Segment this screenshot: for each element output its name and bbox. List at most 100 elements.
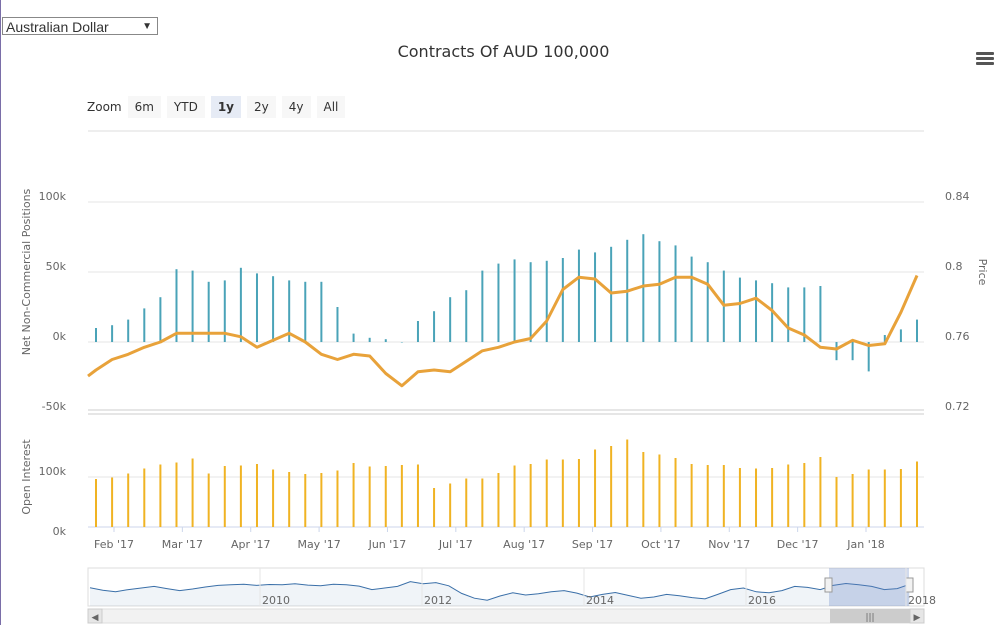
x-tick-label: May '17 <box>297 538 340 551</box>
open-interest-bar <box>255 464 258 527</box>
open-interest-bar <box>400 465 403 527</box>
y-tick-label: 0k <box>53 330 67 343</box>
positions-bar <box>690 256 693 342</box>
x-tick-label: Nov '17 <box>708 538 750 551</box>
positions-bar <box>899 329 902 342</box>
x-tick-label: Jul '17 <box>438 538 473 551</box>
scroll-left-arrow-icon: ◀ <box>92 613 99 623</box>
x-tick-label: Jun '17 <box>368 538 407 551</box>
x-tick-label: Feb '17 <box>94 538 134 551</box>
positions-bar <box>143 308 146 342</box>
positions-bar <box>497 263 500 342</box>
positions-bar <box>384 339 387 342</box>
open-interest-bar <box>529 464 532 527</box>
positions-bar <box>320 281 323 342</box>
positions-bar <box>658 241 661 342</box>
open-interest-bar <box>449 483 452 527</box>
chart-svg: 100k 50k 0k -50k 100k 0k 0.84 0.8 0.76 0… <box>20 130 989 624</box>
positions-bar <box>304 281 307 342</box>
open-interest-bar <box>368 466 371 527</box>
positions-bar <box>706 262 709 342</box>
positions-bar <box>755 280 758 342</box>
price-tick-label: 0.84 <box>945 190 970 203</box>
y-axis-title-price: Price <box>976 259 989 286</box>
navigator-tick-label: 2016 <box>748 594 776 607</box>
open-interest-bar <box>384 466 387 527</box>
open-interest-bar <box>481 478 484 527</box>
positions-bar <box>561 258 564 342</box>
x-tick-label: Aug '17 <box>503 538 545 551</box>
positions-bar <box>449 297 452 342</box>
navigator-selection[interactable] <box>829 568 909 606</box>
open-interest-bar <box>513 465 516 527</box>
open-interest-bar <box>883 469 886 527</box>
open-interest-bar <box>416 464 419 527</box>
open-interest-bar <box>239 465 242 527</box>
positions-bar <box>255 273 258 342</box>
open-interest-bar <box>771 468 774 527</box>
navigator-tick-label: 2010 <box>262 594 290 607</box>
scroll-right-arrow-icon: ▶ <box>914 613 921 623</box>
positions-bar <box>819 286 822 342</box>
positions-bar <box>835 342 838 361</box>
x-tick-label: Sep '17 <box>572 538 613 551</box>
open-interest-bar <box>191 458 194 527</box>
positions-bar <box>336 307 339 342</box>
price-tick-label: 0.8 <box>945 260 963 273</box>
open-interest-bar <box>803 463 806 527</box>
y-tick-label: 100k <box>39 465 67 478</box>
open-interest-bar <box>272 469 275 527</box>
price-series-line <box>87 274 919 388</box>
positions-bar <box>433 311 436 342</box>
open-interest-bar <box>610 446 613 527</box>
open-interest-bar <box>899 469 902 527</box>
positions-bar <box>594 252 597 342</box>
navigator-tick-label: 2012 <box>424 594 452 607</box>
open-interest-bar <box>658 454 661 527</box>
x-tick-label: Oct '17 <box>641 538 681 551</box>
x-tick-label: Dec '17 <box>777 538 819 551</box>
open-interest-bar <box>867 469 870 527</box>
positions-bar <box>175 269 178 342</box>
open-interest-bar <box>111 477 114 527</box>
x-tick-label: Mar '17 <box>162 538 203 551</box>
positions-bar <box>787 287 790 342</box>
y-axis-title-open-interest: Open Interest <box>20 439 33 515</box>
open-interest-bar <box>288 472 291 527</box>
positions-bar <box>368 337 371 342</box>
open-interest-bar <box>642 452 645 527</box>
open-interest-bar <box>95 479 97 527</box>
navigator-right-handle[interactable] <box>905 577 914 593</box>
positions-bar <box>352 333 355 342</box>
positions-bar <box>738 277 741 342</box>
open-interest-bar <box>545 459 548 527</box>
positions-bar <box>95 328 97 342</box>
x-tick-label: Apr '17 <box>231 538 271 551</box>
positions-bar <box>159 297 162 342</box>
navigator-tick-label: 2014 <box>586 594 614 607</box>
open-interest-bar <box>223 466 226 527</box>
open-interest-bar <box>594 449 597 527</box>
price-tick-label: 0.72 <box>945 400 970 413</box>
positions-bar <box>642 234 645 342</box>
y-tick-label: 50k <box>46 260 67 273</box>
open-interest-bar <box>143 468 146 527</box>
y-tick-label: -50k <box>42 400 67 413</box>
positions-bar <box>851 342 854 361</box>
open-interest-bar <box>433 488 436 527</box>
positions-bar <box>577 249 580 342</box>
y-tick-label: 0k <box>53 525 67 538</box>
open-interest-bar <box>916 461 918 527</box>
open-interest-bar <box>336 470 339 527</box>
open-interest-bar <box>738 468 741 527</box>
navigator-left-handle[interactable] <box>824 577 833 593</box>
open-interest-bar <box>304 474 307 527</box>
open-interest-bar <box>497 473 500 527</box>
scrollbar-grip-icon: ||| <box>865 613 874 623</box>
positions-bar <box>916 319 918 342</box>
positions-bar <box>513 259 516 342</box>
open-interest-bar <box>175 462 178 527</box>
positions-bar <box>545 260 548 342</box>
scrollbar-track[interactable] <box>87 608 925 624</box>
open-interest-bar <box>819 457 822 527</box>
